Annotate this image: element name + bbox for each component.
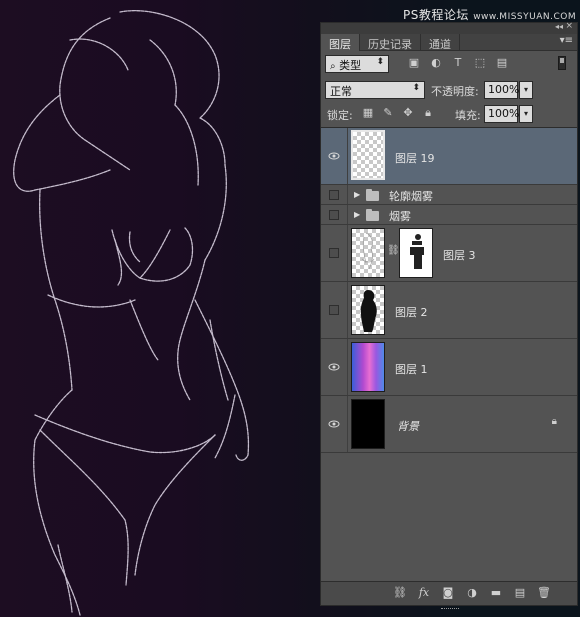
layer-name[interactable]: 图层 19 [395,150,435,166]
panel-menu-icon[interactable]: ▾≡ [560,35,573,46]
panel-bottom-toolbar: ⛓︎ fx ◙ ◑ ▬ ▤ 🗑︎ [321,581,577,609]
tab-history[interactable]: 历史记录 [360,34,421,51]
panel-tabs: 图层 历史记录 通道 ▾≡ [321,34,577,51]
trash-icon[interactable]: 🗑︎ [537,586,551,600]
layer-thumbnail[interactable] [351,342,385,392]
adjustment-filter-icon[interactable]: ◐ [429,56,443,70]
watermark-text: PS教程论坛 [403,8,469,22]
visibility-toggle[interactable] [329,248,339,258]
layer-name[interactable]: 图层 1 [395,361,428,377]
watermark-url: www.MISSYUAN.COM [473,12,577,22]
lock-all-icon[interactable]: 🔒︎ [421,106,435,120]
collapse-icon[interactable]: ◂◂ [555,22,563,31]
figure-sketch-thumb [361,232,375,270]
link-icon[interactable]: ⛓︎ [393,586,407,600]
blend-row: 正常 ⬍ 不透明度: 100% ▾ [321,79,577,101]
visibility-toggle[interactable] [329,210,339,220]
folder-icon [366,189,379,201]
fx-icon[interactable]: fx [417,586,431,600]
chevron-updown-icon: ⬍ [376,57,384,67]
silhouette-thumb [360,290,377,332]
lock-transparent-icon[interactable]: ▦ [361,106,375,120]
group-row[interactable]: ▶ 轮廓烟雾 [321,185,577,205]
filter-kind-select[interactable]: ⌕ 类型 ⬍ [325,55,389,73]
smart-object-filter-icon[interactable]: ▤ [495,56,509,70]
lock-move-icon[interactable]: ✥ [401,106,415,120]
layer-name[interactable]: 图层 2 [395,304,428,320]
layers-list: 图层 19 ▶ 轮廓烟雾 ▶ 烟雾 ⛓︎ 图层 3 图层 2 图层 1 背景 🔒… [321,127,577,581]
tab-layers[interactable]: 图层 [321,34,360,51]
resize-grip[interactable] [441,608,459,611]
layer-row[interactable]: 背景 🔒︎ [321,396,577,453]
eye-icon[interactable] [328,150,340,162]
opacity-input[interactable]: 100% [484,81,519,99]
blend-mode-select[interactable]: 正常 ⬍ [325,81,425,99]
group-row[interactable]: ▶ 烟雾 [321,205,577,225]
layer-thumbnail[interactable] [351,399,385,449]
outline-figure [13,10,250,616]
opacity-label: 不透明度: [431,85,479,98]
layer-mask-thumbnail[interactable] [399,228,433,278]
new-layer-icon[interactable]: ▤ [513,586,527,600]
layer-row[interactable]: 图层 19 [321,128,577,185]
tab-channels[interactable]: 通道 [421,34,460,51]
layer-thumbnail[interactable] [351,285,385,335]
layer-row[interactable]: ⛓︎ 图层 3 [321,225,577,282]
close-icon[interactable]: × [565,21,573,31]
fill-input[interactable]: 100% [484,105,519,123]
layers-panel: ◂◂ × 图层 历史记录 通道 ▾≡ ⌕ 类型 ⬍ ▣ ◐ T ⬚ ▤ 正常 ⬍… [320,21,578,609]
link-icon[interactable]: ⛓︎ [387,245,400,256]
filter-kind-value: 类型 [339,59,362,72]
layer-row[interactable]: 图层 1 [321,339,577,396]
eye-icon[interactable] [328,418,340,430]
layer-name[interactable]: 图层 3 [443,247,476,263]
visibility-toggle[interactable] [329,305,339,315]
lock-label: 锁定: [327,109,353,122]
adjustment-icon[interactable]: ◑ [465,586,479,600]
panel-titlebar[interactable]: ◂◂ × [321,21,577,34]
layer-thumbnail[interactable] [351,130,385,180]
fill-label: 填充: [455,109,481,122]
image-filter-icon[interactable]: ▣ [407,56,421,70]
shape-filter-icon[interactable]: ⬚ [473,56,487,70]
expand-triangle-icon[interactable]: ▶ [354,190,360,199]
search-icon: ⌕ [330,61,336,72]
filter-toggle[interactable] [558,56,566,70]
group-name[interactable]: 轮廓烟雾 [389,188,433,204]
eye-icon[interactable] [328,361,340,373]
watermark: PS教程论坛 www.MISSYUAN.COM [403,6,576,23]
layer-name[interactable]: 背景 [397,418,419,434]
lock-brush-icon[interactable]: ✎ [381,106,395,120]
opacity-dropdown-button[interactable]: ▾ [519,81,533,99]
mask-icon[interactable]: ◙ [441,586,455,600]
blend-mode-value: 正常 [330,85,352,98]
lock-row: 锁定: ▦ ✎ ✥ 🔒︎ 填充: 100% ▾ [321,103,577,125]
fill-dropdown-button[interactable]: ▾ [519,105,533,123]
folder-icon [366,209,379,221]
mask-sketch-thumb [410,234,424,269]
type-filter-icon[interactable]: T [451,56,465,70]
new-group-icon[interactable]: ▬ [489,586,503,600]
visibility-toggle[interactable] [329,190,339,200]
layer-row[interactable]: 图层 2 [321,282,577,339]
layer-thumbnail[interactable] [351,228,385,278]
group-name[interactable]: 烟雾 [389,208,411,224]
expand-triangle-icon[interactable]: ▶ [354,210,360,219]
filter-row: ⌕ 类型 ⬍ ▣ ◐ T ⬚ ▤ [321,53,577,75]
lock-icon: 🔒︎ [551,416,557,427]
chevron-updown-icon: ⬍ [412,83,420,93]
